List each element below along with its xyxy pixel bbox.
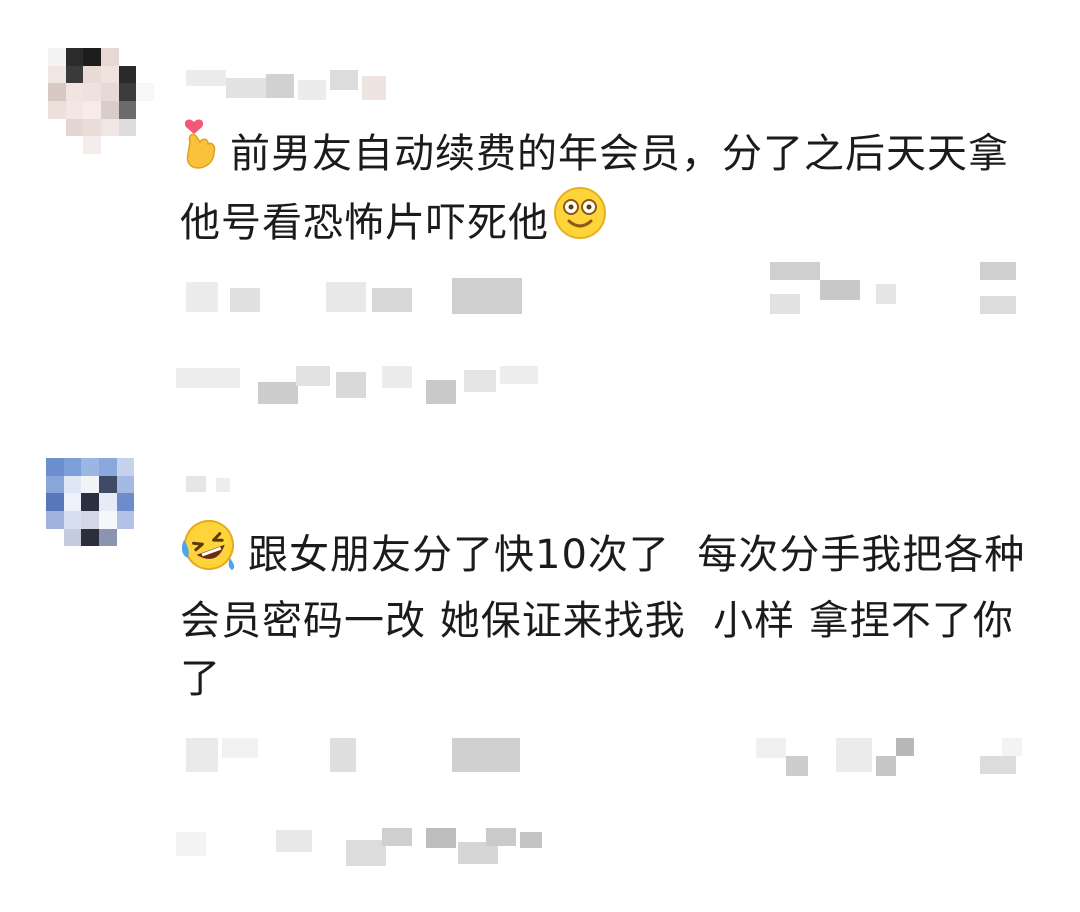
comment-item: 前男友自动续费的年会员，分了之后天天拿他号看恐怖片吓死他 <box>0 0 1080 440</box>
comment-text: 前男友自动续费的年会员，分了之后天天拿他号看恐怖片吓死他 <box>180 119 1040 260</box>
comment-text: 跟女朋友分了快10次了 每次分手我把各种会员密码一改 她保证来找我 小样 拿捏不… <box>180 520 1040 708</box>
username-redacted[interactable] <box>186 476 246 496</box>
meta-row-redacted <box>186 738 1036 778</box>
finger-heart-emoji <box>180 118 220 186</box>
username-redacted[interactable] <box>186 70 406 102</box>
dizzy-smile-emoji <box>553 186 607 256</box>
meta-row-redacted <box>186 262 1036 318</box>
rofl-emoji <box>180 518 238 588</box>
reply-row-redacted <box>176 366 556 406</box>
avatar[interactable] <box>46 458 152 564</box>
reply-row-redacted <box>176 828 556 868</box>
comment-item: 跟女朋友分了快10次了 每次分手我把各种会员密码一改 她保证来找我 小样 拿捏不… <box>0 440 1080 912</box>
avatar[interactable] <box>48 48 154 154</box>
comment-body: 跟女朋友分了快10次了 每次分手我把各种会员密码一改 她保证来找我 小样 拿捏不… <box>180 532 1026 702</box>
